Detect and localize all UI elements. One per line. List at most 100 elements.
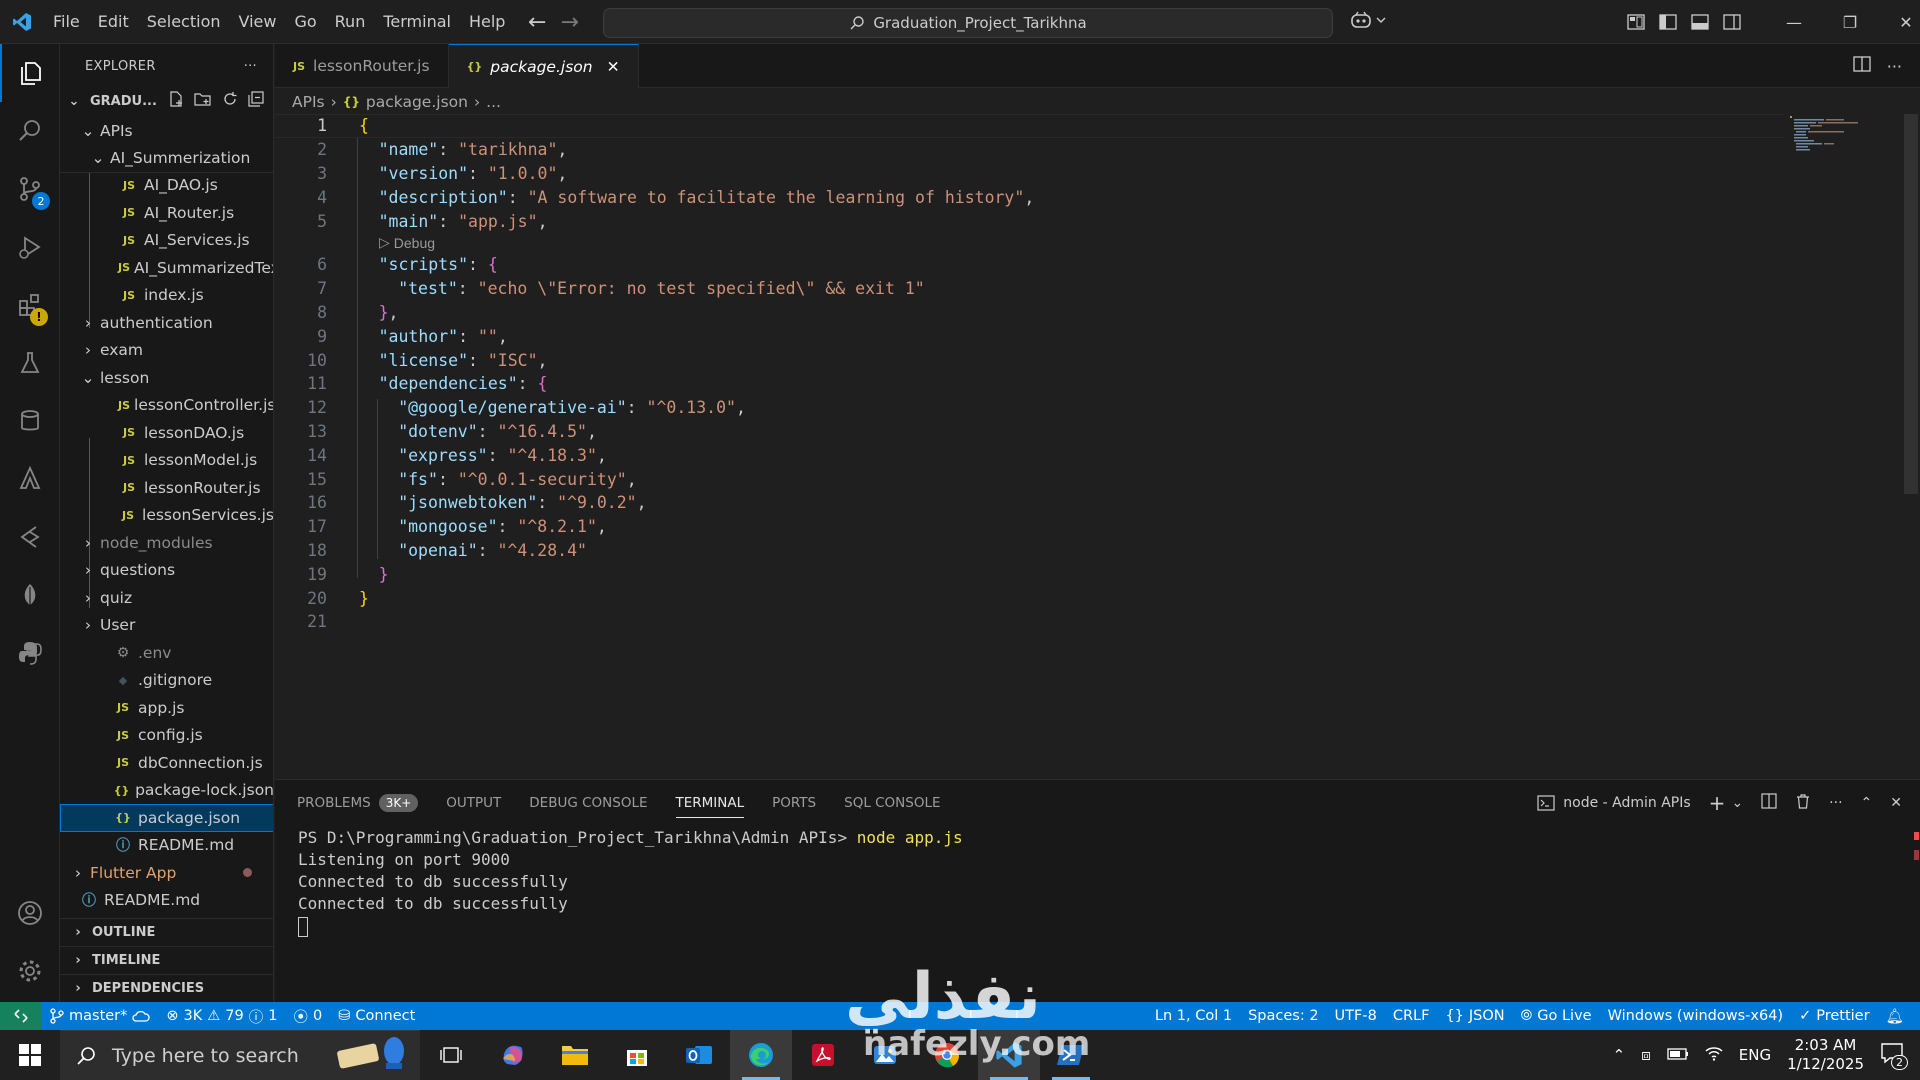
task-view-icon[interactable] (420, 1030, 482, 1080)
wifi-icon[interactable] (1705, 1045, 1723, 1065)
database-icon[interactable] (0, 392, 60, 450)
tree-folder[interactable]: ⌄ lesson (60, 364, 273, 392)
minimize-icon[interactable]: — (1766, 0, 1822, 44)
breadcrumb-file[interactable]: package.json (366, 93, 468, 111)
notifications-bell-icon[interactable]: 🔔︎ (1878, 1008, 1912, 1025)
accounts-icon[interactable] (0, 884, 60, 942)
outlook-icon[interactable] (668, 1030, 730, 1080)
tree-folder[interactable]: › quiz (60, 584, 273, 612)
toggle-sidebar-icon[interactable] (1652, 0, 1684, 44)
mongodb-leaf-icon[interactable] (0, 566, 60, 624)
tab-lessonrouter[interactable]: JS lessonRouter.js (275, 44, 449, 88)
menu-terminal[interactable]: Terminal (374, 0, 460, 44)
edge-browser-icon[interactable] (730, 1030, 792, 1080)
tab-output[interactable]: OUTPUT (446, 780, 501, 826)
maximize-panel-icon[interactable]: ⌃ (1861, 795, 1873, 811)
explorer-icon[interactable] (0, 44, 60, 102)
powershell-icon[interactable] (1040, 1030, 1102, 1080)
tree-file[interactable]: JS config.js (60, 722, 273, 750)
testing-icon[interactable] (0, 334, 60, 392)
command-center-search[interactable]: Graduation_Project_Tarikhna (603, 8, 1333, 38)
notification-center-icon[interactable]: 2 (1880, 1042, 1908, 1070)
connect-status[interactable]: ⛁ Connect (330, 1008, 423, 1024)
clock[interactable]: 2:03 AM 1/12/2025 (1787, 1036, 1864, 1074)
back-arrow-icon[interactable]: ← (528, 10, 546, 35)
ports-status[interactable]: ⦿ 0 (285, 1006, 330, 1027)
copilot-app-icon[interactable] (482, 1030, 544, 1080)
language-mode[interactable]: {} JSON (1437, 1008, 1512, 1024)
extensions-icon[interactable]: ! (0, 276, 60, 334)
restore-icon[interactable]: ❐ (1822, 0, 1878, 44)
debug-codelens[interactable]: ▷ Debug (275, 233, 1034, 253)
dependencies-section[interactable]: › DEPENDENCIES (60, 974, 273, 1002)
input-language[interactable]: ENG (1739, 1046, 1771, 1064)
problems-status[interactable]: ⊗ 3K ⚠ 79 ⓘ 1 (158, 1006, 285, 1027)
indentation[interactable]: Spaces: 2 (1240, 1008, 1326, 1024)
folder-ai-summerization[interactable]: ⌄ AI_Summerization (60, 145, 273, 173)
explorer-more-icon[interactable]: ··· (244, 59, 257, 74)
vscode-taskbar-icon[interactable] (978, 1030, 1040, 1080)
copilot-icon[interactable] (1350, 10, 1386, 30)
windows-start-icon[interactable] (0, 1030, 60, 1080)
tree-folder[interactable]: › User (60, 612, 273, 640)
tree-file[interactable]: JS dbConnection.js (60, 749, 273, 777)
manage-gear-icon[interactable] (0, 942, 60, 1000)
close-panel-icon[interactable]: ✕ (1890, 795, 1902, 811)
close-tab-icon[interactable]: ✕ (607, 58, 620, 76)
workspace-root[interactable]: ⌄ GRADU... (60, 88, 273, 114)
microsoft-store-icon[interactable] (606, 1030, 668, 1080)
new-terminal-icon[interactable]: + (1709, 791, 1726, 815)
tray-chevron-up-icon[interactable]: ⌃ (1613, 1046, 1626, 1064)
source-control-icon[interactable]: 2 (0, 160, 60, 218)
tree-file[interactable]: ◆ .gitignore (60, 667, 273, 695)
tree-file[interactable]: JS lessonRouter.js (60, 474, 273, 502)
more-actions-icon[interactable]: ··· (1829, 795, 1842, 811)
tree-file[interactable]: ⓘ README.md (60, 832, 273, 860)
remote-icon[interactable] (0, 1002, 42, 1030)
trash-icon[interactable] (1795, 793, 1811, 813)
tab-sql-console[interactable]: SQL CONSOLE (844, 780, 940, 826)
new-folder-icon[interactable] (194, 91, 212, 111)
chrome-icon[interactable] (916, 1030, 978, 1080)
platform[interactable]: Windows (windows-x64) (1600, 1008, 1791, 1024)
toggle-secondary-sidebar-icon[interactable] (1716, 0, 1748, 44)
tree-folder[interactable]: › authentication (60, 309, 273, 337)
meet-now-icon[interactable]: ⧈ (1641, 1046, 1651, 1064)
git-branch[interactable]: master* (42, 1008, 158, 1024)
line-ending[interactable]: CRLF (1385, 1008, 1438, 1024)
search-icon[interactable] (0, 102, 60, 160)
editor-scrollbar[interactable] (1904, 114, 1918, 494)
tree-folder[interactable]: › questions (60, 557, 273, 585)
menu-run[interactable]: Run (326, 0, 375, 44)
outline-section[interactable]: › OUTLINE (60, 918, 273, 946)
chevron-down-icon[interactable]: ⌄ (1731, 795, 1743, 811)
taskbar-search[interactable]: Type here to search (60, 1030, 420, 1080)
acrobat-icon[interactable] (792, 1030, 854, 1080)
tree-file[interactable]: JS lessonServices.js (60, 502, 273, 530)
terminal-scrollbar[interactable] (1912, 828, 1920, 968)
split-terminal-icon[interactable] (1761, 793, 1777, 813)
tree-file[interactable]: JS app.js (60, 694, 273, 722)
tree-file[interactable]: JS AI_Router.js (60, 199, 273, 227)
tab-debug-console[interactable]: DEBUG CONSOLE (529, 780, 647, 826)
terminal-selector[interactable]: node - Admin APIs (1537, 795, 1691, 811)
tree-file[interactable]: JSAI_SummarizedTex... (60, 254, 273, 282)
tree-folder[interactable]: › node_modules (60, 529, 273, 557)
photos-icon[interactable] (854, 1030, 916, 1080)
code-editor[interactable]: 1{2 "name": "tarikhna", 3 "version": "1.0.0… (275, 114, 1920, 779)
menu-go[interactable]: Go (285, 0, 325, 44)
file-explorer-icon[interactable] (544, 1030, 606, 1080)
menu-view[interactable]: View (230, 0, 286, 44)
timeline-section[interactable]: › TIMELINE (60, 946, 273, 974)
tree-file[interactable]: {} package-lock.json (60, 777, 273, 805)
folder-apis[interactable]: ⌄ APIs (60, 117, 273, 145)
terminal-output[interactable]: PS D:\Programming\Graduation_Project_Tar… (298, 828, 963, 938)
tab-ports[interactable]: PORTS (772, 780, 816, 826)
azure-icon[interactable] (0, 450, 60, 508)
breadcrumb-symbol[interactable]: ... (486, 93, 501, 111)
forward-arrow-icon[interactable]: → (560, 10, 578, 35)
menu-help[interactable]: Help (460, 0, 514, 44)
tree-file[interactable]: ⓘ README.md (60, 887, 273, 915)
prettier[interactable]: ✓ Prettier (1791, 1008, 1878, 1024)
split-editor-icon[interactable] (1853, 56, 1871, 76)
